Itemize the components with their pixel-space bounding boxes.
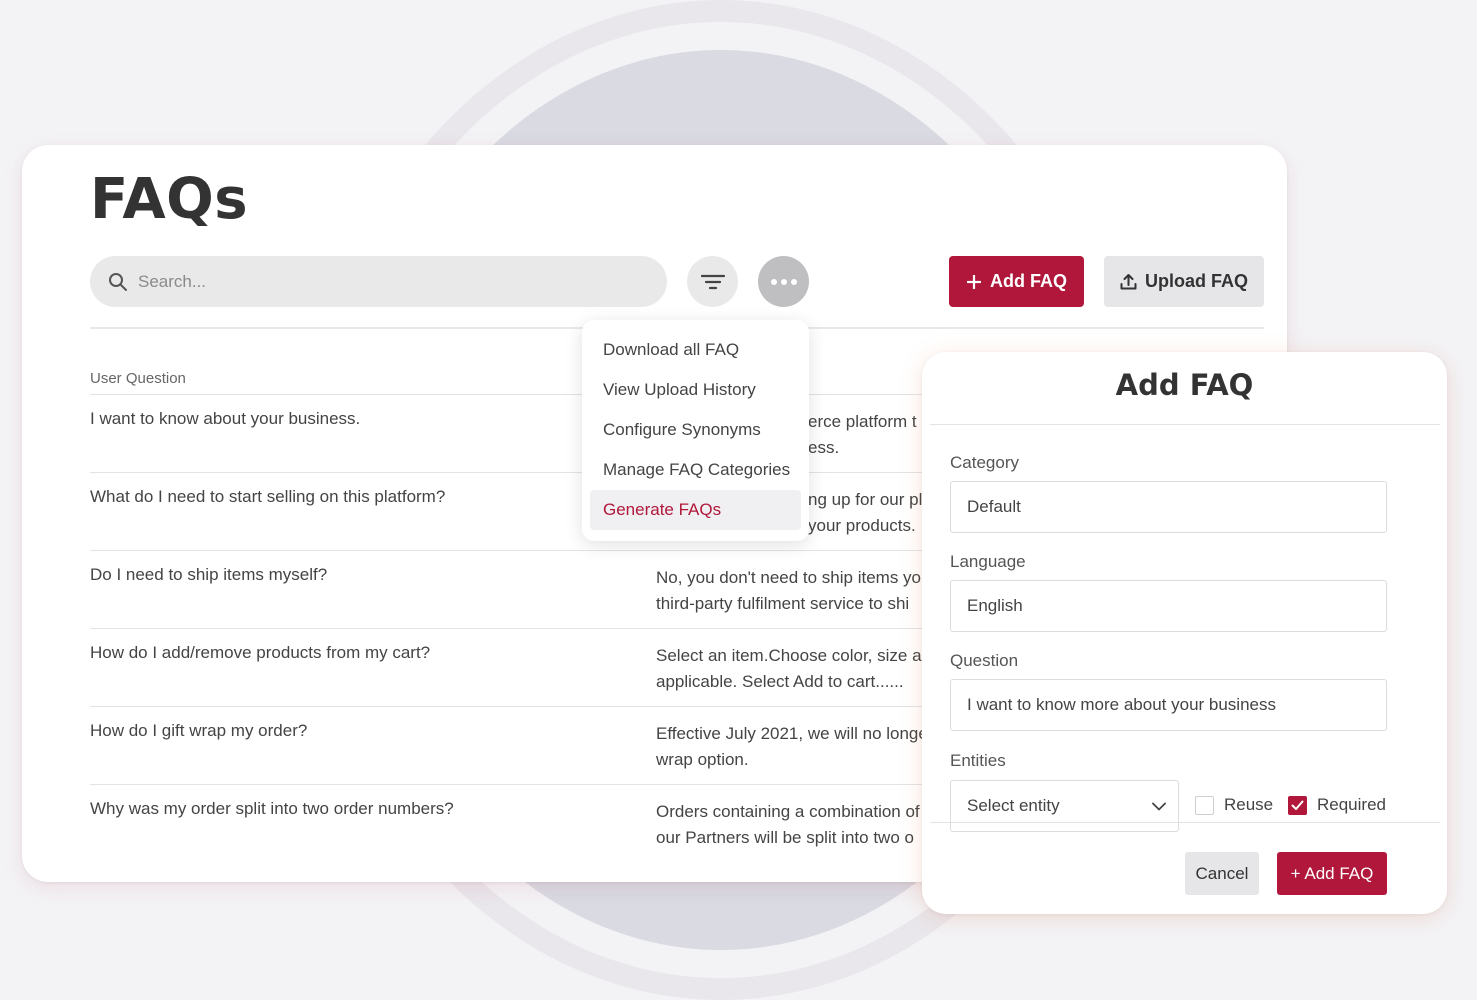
row-answer-line: wrap option. [656,747,956,773]
category-field[interactable]: Default [950,481,1387,533]
reuse-option[interactable]: Reuse [1195,795,1273,815]
row-question: Do I need to ship items myself? [90,565,327,585]
row-answer: Select an item.Choose color, size ar app… [656,643,956,695]
add-faq-modal: Add FAQ Category Default Language Englis… [922,352,1447,914]
row-question: How do I add/remove products from my car… [90,643,430,663]
required-label: Required [1317,795,1386,815]
add-faq-button[interactable]: Add FAQ [949,256,1084,307]
language-field[interactable]: English [950,580,1387,632]
more-options-button[interactable] [758,256,809,307]
question-label: Question [950,651,1018,671]
upload-faq-label: Upload FAQ [1145,271,1248,292]
upload-faq-button[interactable]: Upload FAQ [1104,256,1264,307]
required-option[interactable]: Required [1288,795,1386,815]
row-question: What do I need to start selling on this … [90,487,445,507]
row-question: I want to know about your business. [90,409,360,429]
row-answer: Effective July 2021, we will no longe wr… [656,721,956,773]
entity-select[interactable]: Select entity [950,780,1179,832]
page-title: FAQs [90,167,248,232]
row-question: How do I gift wrap my order? [90,721,307,741]
column-header-user-question: User Question [90,370,186,387]
row-answer-line: Select an item.Choose color, size ar [656,643,956,669]
row-answer: No, you don't need to ship items yo thir… [656,565,956,617]
add-faq-label: Add FAQ [990,271,1067,292]
upload-icon [1120,273,1137,290]
row-answer-line: third-party fulfilment service to shi [656,591,956,617]
more-options-menu: Download all FAQ View Upload History Con… [582,320,809,541]
modal-add-faq-button[interactable]: + Add FAQ [1277,852,1387,895]
reuse-label: Reuse [1224,795,1273,815]
modal-header-divider [930,424,1440,425]
modal-title: Add FAQ [922,368,1447,402]
question-field[interactable]: I want to know more about your business [950,679,1387,731]
entities-label: Entities [950,751,1006,771]
language-label: Language [950,552,1026,572]
row-question: Why was my order split into two order nu… [90,799,454,819]
row-answer-line: Effective July 2021, we will no longe [656,721,956,747]
row-answer-line: Orders containing a combination of [656,799,956,825]
modal-footer-divider [930,822,1440,823]
filter-button[interactable] [687,256,738,307]
filter-icon [701,273,725,291]
reuse-checkbox[interactable] [1195,796,1214,815]
more-dots-icon [770,278,798,286]
search-input[interactable] [138,272,618,292]
chevron-down-icon [1152,802,1166,811]
menu-item-manage-categories[interactable]: Manage FAQ Categories [590,450,801,490]
menu-item-generate-faqs[interactable]: Generate FAQs [590,490,801,530]
category-label: Category [950,453,1019,473]
menu-item-download-all[interactable]: Download all FAQ [590,330,801,370]
plus-icon [966,274,982,290]
menu-item-view-upload-history[interactable]: View Upload History [590,370,801,410]
search-icon [108,272,128,292]
entity-select-value: Select entity [967,796,1060,816]
menu-item-configure-synonyms[interactable]: Configure Synonyms [590,410,801,450]
row-answer-line: applicable. Select Add to cart...... [656,669,956,695]
checkmark-icon [1291,800,1304,811]
cancel-button[interactable]: Cancel [1185,852,1259,895]
search-bar[interactable] [90,256,667,307]
required-checkbox[interactable] [1288,796,1307,815]
row-answer-line: No, you don't need to ship items yo [656,565,956,591]
row-answer: Orders containing a combination of our P… [656,799,956,851]
row-answer-line: our Partners will be split into two o [656,825,956,851]
